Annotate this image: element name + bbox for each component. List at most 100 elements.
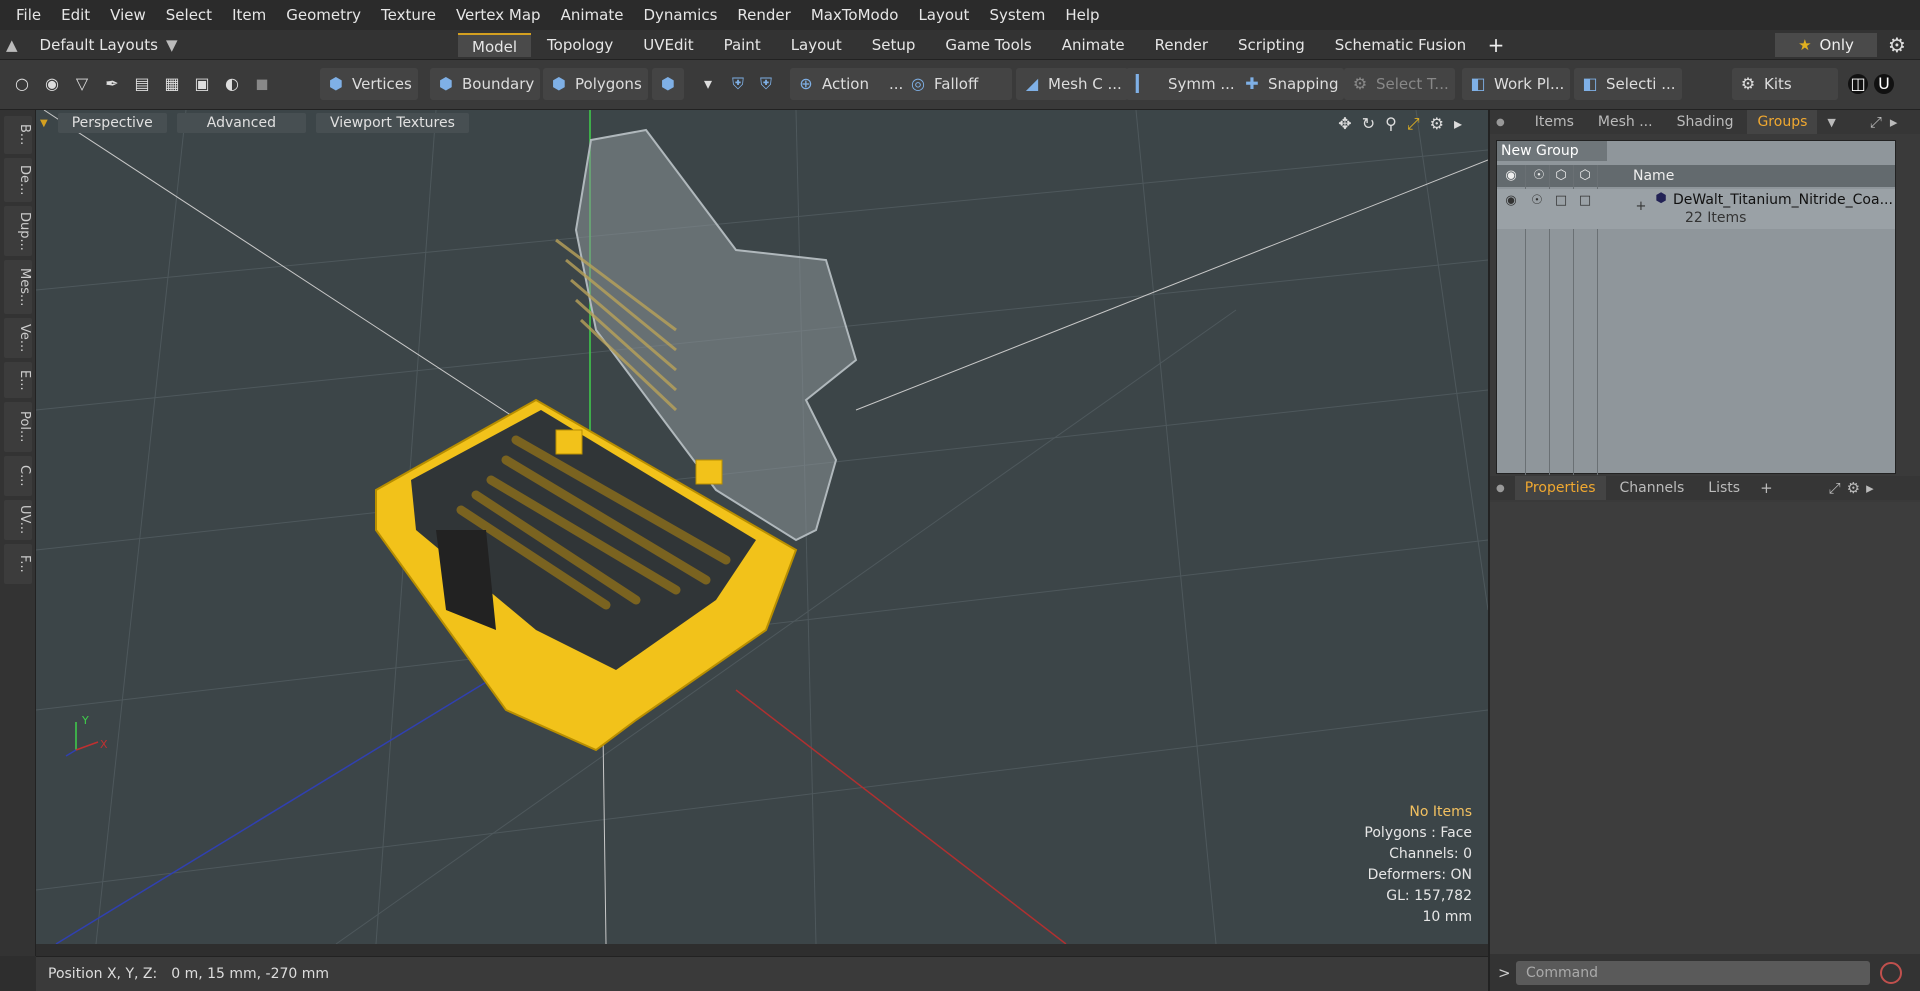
tab-shading[interactable]: Shading bbox=[1667, 110, 1744, 134]
menu-system[interactable]: System bbox=[979, 0, 1055, 30]
command-input[interactable]: Command bbox=[1516, 960, 1870, 985]
viewport-menu-icon[interactable]: ▼ bbox=[40, 118, 48, 129]
menu-file[interactable]: File bbox=[6, 0, 51, 30]
tab-topology[interactable]: Topology bbox=[533, 33, 627, 57]
menu-maxtomodo[interactable]: MaxToModo bbox=[801, 0, 909, 30]
menu-geometry[interactable]: Geometry bbox=[276, 0, 371, 30]
layout-selector[interactable]: ▲ Default Layouts ▼ bbox=[6, 34, 197, 56]
tab-model[interactable]: Model bbox=[458, 33, 532, 57]
perspective-button[interactable]: Perspective bbox=[57, 113, 167, 133]
menu-help[interactable]: Help bbox=[1055, 0, 1109, 30]
selection-sets-button[interactable]: ◧ Selecti ... bbox=[1574, 68, 1682, 100]
left-tab-uv[interactable]: UV... bbox=[4, 500, 32, 540]
shield-icon[interactable]: ⛨ bbox=[728, 74, 748, 94]
square-select-icon[interactable]: ▣ bbox=[192, 74, 212, 94]
viewport-expand-arrow-icon[interactable]: ▸ bbox=[1454, 114, 1462, 134]
select-through-button[interactable]: ⚙ Select T... bbox=[1344, 68, 1455, 100]
select-icon[interactable]: ⬡ bbox=[1577, 168, 1593, 184]
menu-vertex-map[interactable]: Vertex Map bbox=[446, 0, 551, 30]
grid-icon[interactable]: ▦ bbox=[162, 74, 182, 94]
item-mode-icon[interactable]: ◼ bbox=[252, 74, 272, 94]
viewport-settings-gear-icon[interactable]: ⚙ bbox=[1430, 114, 1444, 134]
menu-dynamics[interactable]: Dynamics bbox=[633, 0, 727, 30]
kits-button[interactable]: ⚙ Kits bbox=[1732, 68, 1838, 100]
tab-setup[interactable]: Setup bbox=[858, 33, 930, 57]
left-tab-fusion[interactable]: F... bbox=[4, 544, 32, 584]
menu-edit[interactable]: Edit bbox=[51, 0, 100, 30]
tab-game-tools[interactable]: Game Tools bbox=[931, 33, 1045, 57]
polygons-button[interactable]: ⬢ Polygons bbox=[543, 68, 648, 100]
new-group-button[interactable]: New Group bbox=[1497, 141, 1607, 161]
tab-channels[interactable]: Channels bbox=[1610, 476, 1695, 500]
name-column-header[interactable]: Name bbox=[1633, 165, 1674, 187]
material-mode-button[interactable]: ⬢ bbox=[652, 68, 684, 100]
row-eye-icon[interactable]: ◉ bbox=[1503, 193, 1519, 209]
panel-arrow-icon[interactable]: ▸ bbox=[1890, 113, 1898, 131]
menu-item[interactable]: Item bbox=[222, 0, 276, 30]
vertices-button[interactable]: ⬢ Vertices bbox=[320, 68, 418, 100]
props-arrow-icon[interactable]: ▸ bbox=[1866, 479, 1874, 497]
tab-layout[interactable]: Layout bbox=[777, 33, 856, 57]
tab-mesh[interactable]: Mesh ... bbox=[1588, 110, 1663, 134]
3d-viewport[interactable]: Y X ▼ Perspective Advanced Viewport Text… bbox=[36, 110, 1488, 944]
boundary-button[interactable]: ⬢ Boundary bbox=[430, 68, 541, 100]
props-expand-icon[interactable]: ⤢ bbox=[1829, 479, 1841, 497]
pin-icon[interactable]: ▽ bbox=[72, 74, 92, 94]
add-panel-tab-icon[interactable]: + bbox=[1760, 479, 1773, 497]
fit-view-icon[interactable]: ⤢ bbox=[1407, 114, 1420, 134]
tab-schematic-fusion[interactable]: Schematic Fusion bbox=[1321, 33, 1480, 57]
symmetry-button[interactable]: ▎ Symm ... bbox=[1126, 68, 1241, 100]
rotate-view-icon[interactable]: ↻ bbox=[1362, 114, 1375, 134]
tab-uvedit[interactable]: UVEdit bbox=[629, 33, 707, 57]
advanced-button[interactable]: Advanced bbox=[176, 113, 306, 133]
shield-alt-icon[interactable]: ⛨ bbox=[756, 74, 776, 94]
collapse-icon[interactable]: ▲ bbox=[6, 36, 18, 54]
gear-icon[interactable]: ⚙ bbox=[1883, 33, 1911, 57]
left-tab-deform[interactable]: De... bbox=[4, 158, 32, 202]
lock-icon[interactable]: ⬡ bbox=[1553, 168, 1569, 184]
unreal-icon[interactable]: U bbox=[1874, 74, 1894, 94]
group-row[interactable]: ◉ ☉ □ □ + ⬢ DeWalt_Titanium_Nitride_Coa.… bbox=[1497, 189, 1895, 229]
tab-animate[interactable]: Animate bbox=[1048, 33, 1139, 57]
menu-view[interactable]: View bbox=[100, 0, 156, 30]
unity-icon[interactable]: ◫ bbox=[1848, 74, 1868, 94]
expand-panel-icon[interactable]: ⤢ bbox=[1870, 113, 1882, 131]
row-select-checkbox-icon[interactable]: □ bbox=[1577, 193, 1593, 209]
render-icon[interactable]: ☉ bbox=[1531, 168, 1547, 184]
globe-icon[interactable]: ◉ bbox=[42, 74, 62, 94]
menu-render[interactable]: Render bbox=[727, 0, 800, 30]
tab-paint[interactable]: Paint bbox=[710, 33, 775, 57]
action-button[interactable]: ⊕ Action ... bbox=[790, 68, 910, 100]
tab-render[interactable]: Render bbox=[1141, 33, 1222, 57]
expand-plus-icon[interactable]: + bbox=[1633, 199, 1649, 215]
panel-collapse-icon[interactable]: ● bbox=[1496, 117, 1505, 128]
menu-texture[interactable]: Texture bbox=[371, 0, 446, 30]
row-lock-checkbox-icon[interactable]: □ bbox=[1553, 193, 1569, 209]
viewport-textures-button[interactable]: Viewport Textures bbox=[315, 113, 469, 133]
menu-animate[interactable]: Animate bbox=[551, 0, 634, 30]
mode-dropdown-button[interactable]: ▾ bbox=[692, 68, 724, 100]
left-tab-edge[interactable]: E... bbox=[4, 362, 32, 398]
visibility-eye-icon[interactable]: ◉ bbox=[1503, 168, 1519, 184]
layers-icon[interactable]: ▤ bbox=[132, 74, 152, 94]
left-tab-mesh-edit[interactable]: Mes... bbox=[4, 260, 32, 314]
left-tab-duplicate[interactable]: Dup... bbox=[4, 206, 32, 256]
props-gear-icon[interactable]: ⚙ bbox=[1847, 479, 1860, 497]
tab-groups[interactable]: Groups bbox=[1747, 110, 1818, 134]
mesh-constraints-button[interactable]: ◢ Mesh C ... bbox=[1016, 68, 1128, 100]
circle-select-icon[interactable]: ○ bbox=[12, 74, 32, 94]
zoom-icon[interactable]: ⚲ bbox=[1385, 114, 1397, 134]
left-tab-vertex[interactable]: Ve... bbox=[4, 318, 32, 358]
left-tab-curve[interactable]: C... bbox=[4, 456, 32, 496]
add-tab-button[interactable]: + bbox=[1484, 33, 1508, 57]
work-plane-button[interactable]: ◧ Work Pl... bbox=[1462, 68, 1571, 100]
snapping-button[interactable]: ✚ Snapping bbox=[1236, 68, 1345, 100]
move-view-icon[interactable]: ✥ bbox=[1338, 114, 1351, 134]
row-render-icon[interactable]: ☉ bbox=[1529, 193, 1545, 209]
pen-icon[interactable]: ✒ bbox=[102, 74, 122, 94]
only-toggle-button[interactable]: ★ Only bbox=[1775, 33, 1877, 57]
menu-select[interactable]: Select bbox=[156, 0, 222, 30]
falloff-button[interactable]: ◎ Falloff bbox=[902, 68, 1012, 100]
left-tab-polygon[interactable]: Pol... bbox=[4, 402, 32, 452]
props-collapse-icon[interactable]: ● bbox=[1496, 483, 1505, 494]
